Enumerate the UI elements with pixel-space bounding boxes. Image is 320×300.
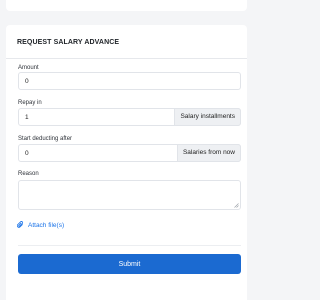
previous-card-edge	[6, 0, 247, 11]
repay-installments-input[interactable]: 1 Salary installments	[18, 108, 241, 126]
attach-files-label: Attach file(s)	[28, 221, 65, 229]
start-deducting-label: Start deducting after	[18, 136, 73, 142]
amount-label: Amount	[18, 65, 39, 71]
title-divider	[6, 58, 247, 59]
reason-label: Reason	[18, 171, 39, 177]
reason-textarea[interactable]	[18, 180, 241, 210]
resize-handle-icon[interactable]	[234, 203, 239, 208]
repay-suffix: Salary installments	[174, 108, 241, 126]
attach-files-link[interactable]: Attach file(s)	[17, 221, 64, 229]
amount-input[interactable]: 0	[18, 72, 241, 90]
start-deducting-suffix: Salaries from now	[176, 144, 241, 162]
repay-label: Repay in	[18, 100, 42, 106]
paperclip-icon	[17, 221, 24, 228]
repay-value: 1	[25, 114, 29, 121]
start-deducting-input[interactable]: 0 Salaries from now	[18, 144, 241, 162]
form-title: REQUEST SALARY ADVANCE	[17, 39, 120, 46]
amount-value: 0	[25, 78, 29, 85]
start-deducting-value: 0	[25, 150, 29, 157]
submit-button[interactable]: Submit	[18, 254, 241, 274]
salary-advance-form: REQUEST SALARY ADVANCE Amount 0 Repay in…	[6, 25, 247, 300]
section-divider	[18, 245, 241, 246]
